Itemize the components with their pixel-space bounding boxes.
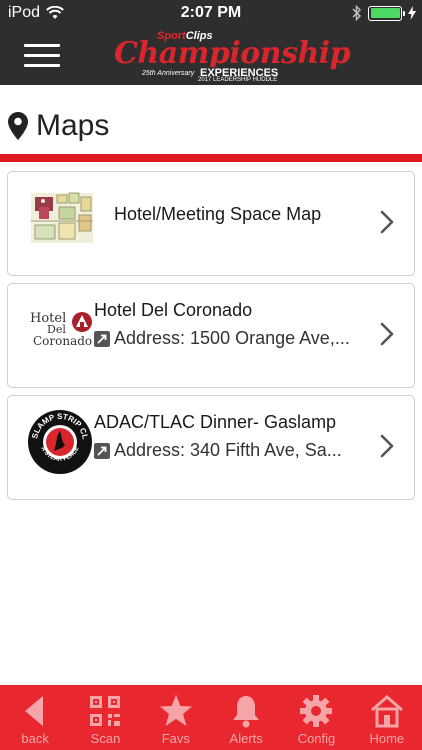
- title-divider: [0, 154, 422, 162]
- badge-text-bottom: A STEAK PLACE: [39, 446, 80, 463]
- svg-text:A STEAK PLACE: A STEAK PLACE: [39, 446, 80, 463]
- gaslamp-badge-text: GASLAMP STRIP CLUB A STEAK PLACE: [27, 409, 90, 463]
- tab-home[interactable]: Home: [352, 685, 422, 750]
- card-title: Hotel/Meeting Space Map: [114, 204, 322, 224]
- logo-subtitle: 2017 LEADERSHIP HUDDLE: [198, 77, 278, 83]
- page-title-row: Maps: [0, 100, 422, 152]
- bell-icon: [233, 696, 260, 728]
- tab-favs[interactable]: Favs: [141, 685, 211, 750]
- card-address: Address: 340 Fifth Ave, Sa...: [94, 440, 374, 461]
- gaslamp-strip-club-logo: GASLAMP STRIP CLUB A STEAK PLACE: [27, 409, 93, 475]
- tab-back[interactable]: back: [0, 685, 70, 750]
- external-link-icon: [94, 442, 110, 459]
- home-icon: [370, 695, 403, 728]
- logo-line-coronado: Coronado: [33, 334, 93, 348]
- map-card-hotel-del-coronado[interactable]: Hotel Del Coronado Hotel Del Coronado Ad…: [7, 283, 415, 388]
- gear-icon: [300, 695, 333, 727]
- tab-scan[interactable]: Scan: [70, 685, 140, 750]
- back-arrow-icon: [25, 696, 44, 726]
- chevron-right-icon: [380, 434, 394, 458]
- page-title: Maps: [36, 109, 110, 142]
- charging-icon: [408, 6, 416, 20]
- tab-config[interactable]: Config: [281, 685, 351, 750]
- logo-title: Championship: [114, 36, 351, 71]
- tab-label: back: [21, 731, 49, 746]
- map-pin-icon: [8, 112, 28, 140]
- menu-line-icon: [24, 44, 60, 47]
- hotel-del-coronado-logo: Hotel Del Coronado: [27, 302, 97, 362]
- status-right-group: [352, 5, 416, 21]
- menu-line-icon: [24, 64, 60, 67]
- tab-label: Home: [369, 731, 405, 746]
- chevron-right-icon: [380, 210, 394, 234]
- battery-icon: [368, 5, 405, 21]
- tab-alerts[interactable]: Alerts: [211, 685, 281, 750]
- tab-label: Alerts: [229, 731, 263, 746]
- svg-text:GASLAMP STRIP CLUB: GASLAMP STRIP CLUB: [27, 409, 90, 440]
- menu-line-icon: [24, 54, 60, 57]
- map-card-hotel-meeting-space[interactable]: Hotel/Meeting Space Map: [7, 171, 415, 276]
- card-address: Address: 1500 Orange Ave,...: [94, 328, 374, 349]
- card-title: Hotel Del Coronado: [94, 300, 253, 320]
- app-header: SportClips Championship 25th Anniversary…: [0, 28, 422, 85]
- badge-text-top: GASLAMP STRIP CLUB: [27, 409, 90, 440]
- bluetooth-icon: [352, 5, 362, 21]
- card-address-text: Address: 1500 Orange Ave,...: [114, 328, 350, 348]
- star-icon: [159, 695, 192, 726]
- tab-label: Config: [297, 731, 336, 746]
- card-address-text: Address: 340 Fifth Ave, Sa...: [114, 440, 342, 460]
- tab-label: Scan: [90, 731, 121, 746]
- logo-anniversary: 25th Anniversary: [141, 70, 196, 77]
- external-link-icon: [94, 330, 110, 347]
- floor-map-thumbnail: [31, 192, 93, 243]
- hotel-crest-icon: [72, 312, 92, 332]
- map-card-adac-tlac-dinner[interactable]: GASLAMP STRIP CLUB A STEAK PLACE ADAC/TL…: [7, 395, 415, 500]
- card-title: ADAC/TLAC Dinner- Gaslamp: [94, 412, 337, 432]
- bottom-tab-bar: back Scan Favs Alerts Config Home: [0, 685, 422, 750]
- status-bar: iPod 2:07 PM: [0, 0, 422, 28]
- battery-fill: [370, 8, 400, 18]
- qr-code-icon: [90, 696, 121, 726]
- championship-logo: SportClips Championship 25th Anniversary…: [110, 30, 351, 84]
- tab-label: Favs: [161, 731, 190, 746]
- hamburger-menu-button[interactable]: [24, 42, 60, 70]
- chevron-right-icon: [380, 322, 394, 346]
